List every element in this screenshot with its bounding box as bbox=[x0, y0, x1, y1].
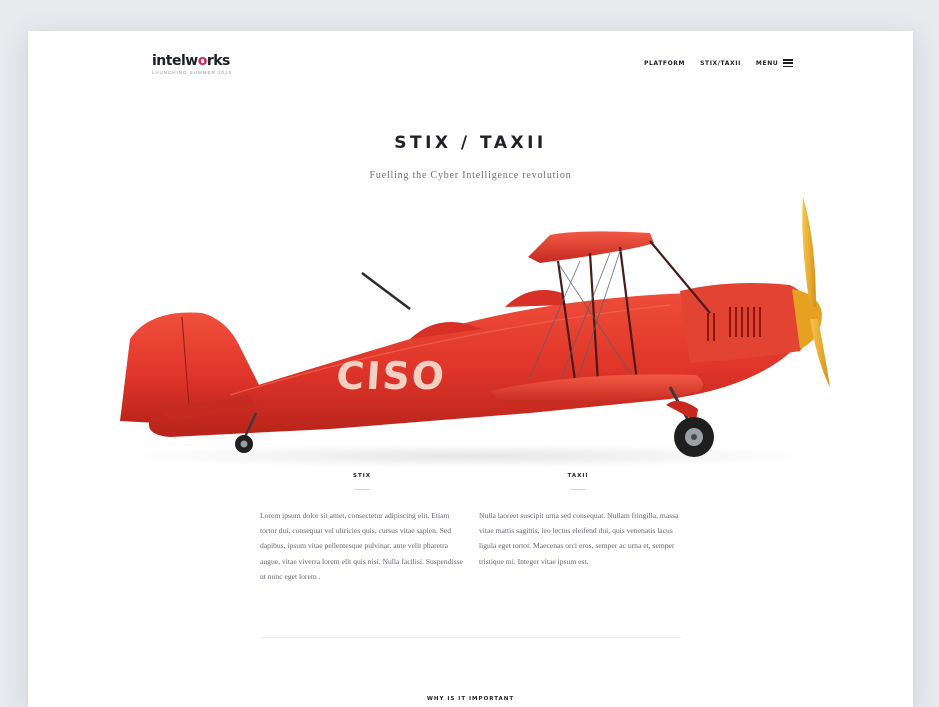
section-heading-why: WHY IS IT IMPORTANT bbox=[426, 696, 515, 702]
antenna bbox=[361, 272, 411, 310]
engine-cowling bbox=[680, 283, 810, 363]
top-nav: PLATFORM STIX/TAXII MENU bbox=[644, 59, 794, 67]
biplane-svg: CISO bbox=[120, 197, 830, 468]
menu-label: MENU bbox=[755, 59, 779, 67]
propeller-blade-bottom bbox=[810, 319, 830, 387]
page-card: intelworks LAUNCHING SUMMER 2015 PLATFOR… bbox=[28, 31, 913, 707]
menu-button[interactable]: MENU bbox=[755, 59, 794, 67]
logo-tagline: LAUNCHING SUMMER 2015 bbox=[152, 70, 233, 75]
page-subtitle: Fuelling the Cyber Intelligence revoluti… bbox=[369, 170, 572, 181]
fuselage-text: CISO bbox=[335, 354, 448, 398]
logo-accent-letter: o bbox=[197, 53, 208, 69]
front-cockpit bbox=[505, 290, 566, 307]
biplane-illustration: CISO bbox=[110, 181, 830, 471]
ground-shadow bbox=[120, 444, 820, 468]
nav-stix-taxii[interactable]: STIX/TAXII bbox=[700, 60, 741, 67]
stix-rule bbox=[354, 489, 370, 490]
hamburger-icon bbox=[783, 59, 794, 67]
propeller-blade-top bbox=[802, 197, 816, 307]
section-divider bbox=[261, 637, 681, 638]
stix-heading: STIX bbox=[353, 473, 371, 479]
taxii-rule bbox=[570, 489, 586, 490]
taxii-heading: TAXII bbox=[567, 473, 589, 479]
logo-wordmark: intelworks bbox=[152, 53, 232, 69]
nav-platform[interactable]: PLATFORM bbox=[644, 60, 685, 67]
logo-text: intelworks bbox=[152, 53, 230, 69]
taxii-body: Nulla laoreet suscipit urna sed consequa… bbox=[479, 511, 679, 566]
logo[interactable]: intelworks LAUNCHING SUMMER 2015 bbox=[152, 53, 232, 75]
stix-body: Lorem ipsum dolor sit amet, consectetur … bbox=[260, 511, 463, 581]
page-title: STIX / TAXII bbox=[394, 133, 547, 153]
